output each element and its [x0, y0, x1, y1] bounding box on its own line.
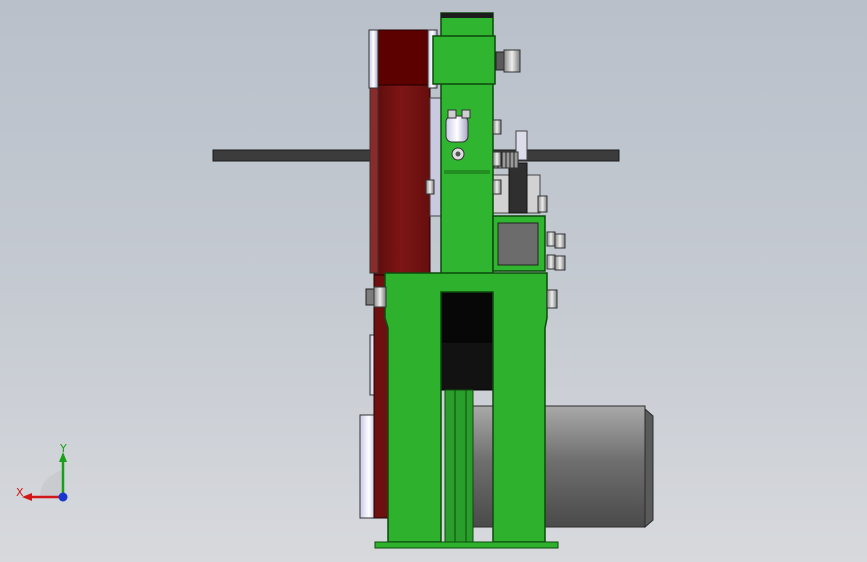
axis-triad-icon: [22, 452, 68, 502]
x-axis-label: X: [16, 486, 24, 499]
y-axis-label: Y: [60, 442, 67, 455]
axis-triad: X Y: [10, 440, 80, 510]
cad-viewport[interactable]: X Y: [0, 0, 867, 562]
belt-grinder-model[interactable]: [0, 0, 867, 562]
